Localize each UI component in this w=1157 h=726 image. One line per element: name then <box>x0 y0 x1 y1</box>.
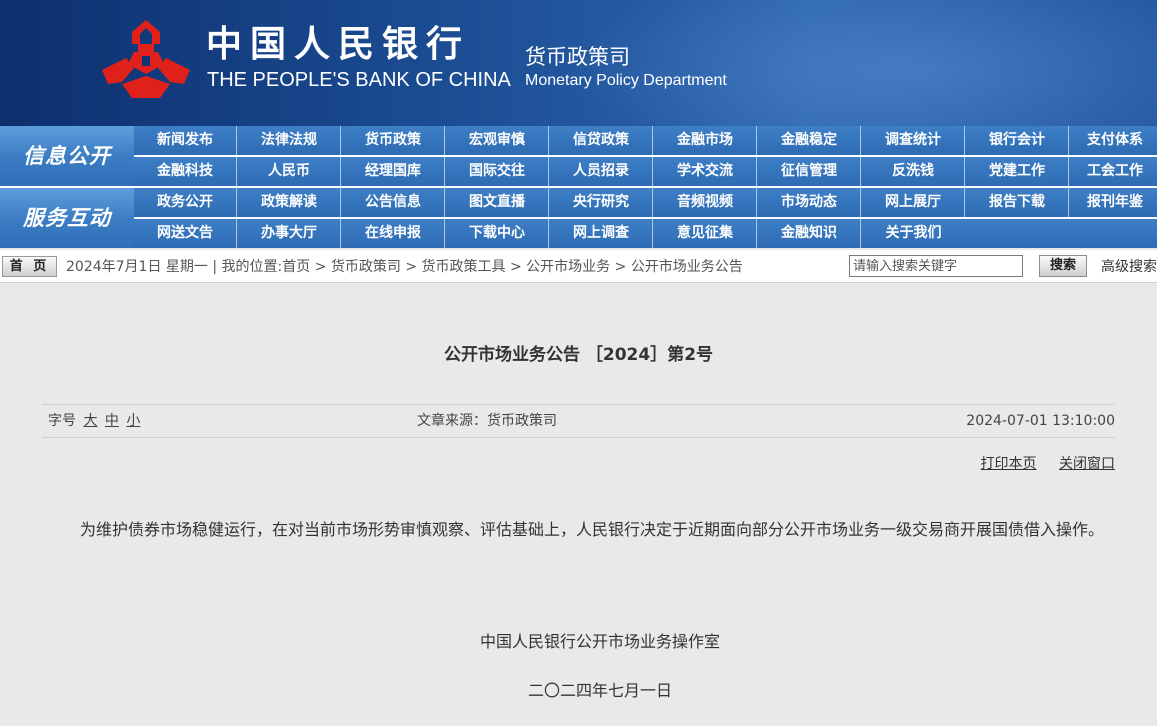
separator: | <box>212 259 222 275</box>
nav-item-online-survey[interactable]: 网上调查 <box>550 219 653 248</box>
breadcrumb-department[interactable]: 货币政策司 <box>331 259 401 275</box>
nav-item-online-documents[interactable]: 网送文告 <box>134 219 237 248</box>
banner-highlight <box>560 0 1157 126</box>
nav-item-union[interactable]: 工会工作 <box>1070 157 1157 186</box>
nav-item-news[interactable]: 新闻发布 <box>134 126 237 155</box>
nav-item-opinion-collection[interactable]: 意见征集 <box>654 219 757 248</box>
article-body: 为维护债券市场稳健运行，在对当前市场形势审慎观察、评估基础上，人民银行决定于近期… <box>80 520 1105 539</box>
home-button[interactable]: 首 页 <box>2 256 57 277</box>
pboc-logo-icon[interactable] <box>100 18 192 100</box>
signature-organization: 中国人民银行公开市场业务操作室 <box>479 632 720 651</box>
nav-item-government-affairs[interactable]: 政务公开 <box>134 188 237 217</box>
nav-group-title: 服务互动 <box>0 188 134 248</box>
main-navigation: 信息公开 新闻发布 法律法规 货币政策 宏观审慎 信贷政策 金融市场 金融稳定 … <box>0 126 1157 248</box>
site-banner: 中国人民银行 THE PEOPLE'S BANK OF CHINA 货币政策司 … <box>0 0 1157 126</box>
breadcrumb-home[interactable]: 首页 <box>282 259 310 275</box>
nav-item-financial-stability[interactable]: 金融稳定 <box>758 126 861 155</box>
current-date: 2024年7月1日 星期一 <box>66 259 208 275</box>
location-toolbar: 首 页 2024年7月1日 星期一 | 我的位置:首页 > 货币政策司 > 货币… <box>0 250 1157 283</box>
nav-row: 政务公开 政策解读 公告信息 图文直播 央行研究 音频视频 市场动态 网上展厅 … <box>134 188 1157 217</box>
nav-group-service-interaction: 服务互动 政务公开 政策解读 公告信息 图文直播 央行研究 音频视频 市场动态 … <box>0 188 1157 248</box>
nav-item-laws[interactable]: 法律法规 <box>238 126 341 155</box>
nav-item-monetary-policy[interactable]: 货币政策 <box>342 126 445 155</box>
breadcrumb-separator: > <box>405 259 422 275</box>
breadcrumb-open-market[interactable]: 公开市场业务 <box>526 259 610 275</box>
nav-item-service-hall[interactable]: 办事大厅 <box>238 219 341 248</box>
nav-item-live-broadcast[interactable]: 图文直播 <box>446 188 549 217</box>
nav-item-fintech[interactable]: 金融科技 <box>134 157 237 186</box>
nav-item-market-news[interactable]: 市场动态 <box>758 188 861 217</box>
article-title: 公开市场业务公告 ［2024］第2号 <box>443 345 714 365</box>
breadcrumb-separator: > <box>314 259 331 275</box>
nav-item-credit-policy[interactable]: 信贷政策 <box>550 126 653 155</box>
nav-item-audio-video[interactable]: 音频视频 <box>654 188 757 217</box>
nav-item-rmb[interactable]: 人民币 <box>238 157 341 186</box>
nav-item-macroprudential[interactable]: 宏观审慎 <box>446 126 549 155</box>
nav-item-announcements[interactable]: 公告信息 <box>342 188 445 217</box>
breadcrumb-separator: > <box>614 259 631 275</box>
search-input[interactable] <box>849 255 1023 277</box>
department-name-en: Monetary Policy Department <box>525 72 727 89</box>
article-actions: 打印本页 关闭窗口 <box>963 455 1115 473</box>
nav-item-anti-money-laundering[interactable]: 反洗钱 <box>862 157 965 186</box>
nav-rows: 政务公开 政策解读 公告信息 图文直播 央行研究 音频视频 市场动态 网上展厅 … <box>134 188 1157 248</box>
nav-item-academic[interactable]: 学术交流 <box>654 157 757 186</box>
location-label: 我的位置: <box>221 259 283 275</box>
nav-row: 金融科技 人民币 经理国库 国际交往 人员招录 学术交流 征信管理 反洗钱 党建… <box>134 157 1157 186</box>
nav-item-yearbook[interactable]: 报刊年鉴 <box>1070 188 1157 217</box>
nav-item-payment-system[interactable]: 支付体系 <box>1070 126 1157 155</box>
nav-item-international[interactable]: 国际交往 <box>446 157 549 186</box>
signature-date: 二〇二四年七月一日 <box>527 681 672 700</box>
nav-item-financial-knowledge[interactable]: 金融知识 <box>758 219 861 248</box>
nav-group-info-disclosure: 信息公开 新闻发布 法律法规 货币政策 宏观审慎 信贷政策 金融市场 金融稳定 … <box>0 126 1157 186</box>
nav-item-about-us[interactable]: 关于我们 <box>862 219 965 248</box>
nav-item-financial-markets[interactable]: 金融市场 <box>654 126 757 155</box>
publish-datetime: 2024-07-01 13:10:00 <box>966 413 1115 429</box>
nav-group-title: 信息公开 <box>0 126 134 186</box>
nav-row: 网送文告 办事大厅 在线申报 下载中心 网上调查 意见征集 金融知识 关于我们 <box>134 219 1157 248</box>
close-window-link[interactable]: 关闭窗口 <box>1059 456 1115 472</box>
nav-item-statistics[interactable]: 调查统计 <box>862 126 965 155</box>
bank-name-cn: 中国人民银行 <box>206 23 471 65</box>
font-size-small-link[interactable]: 小 <box>126 413 140 429</box>
search-button[interactable]: 搜索 <box>1039 255 1087 277</box>
font-size-medium-link[interactable]: 中 <box>105 413 119 429</box>
font-size-control: 字号 大 中 小 <box>48 412 140 430</box>
nav-rows: 新闻发布 法律法规 货币政策 宏观审慎 信贷政策 金融市场 金融稳定 调查统计 … <box>134 126 1157 186</box>
bank-name-en: THE PEOPLE'S BANK OF CHINA <box>207 69 511 91</box>
font-size-label: 字号 <box>48 413 76 429</box>
nav-item-bank-accounting[interactable]: 银行会计 <box>966 126 1069 155</box>
nav-row: 新闻发布 法律法规 货币政策 宏观审慎 信贷政策 金融市场 金融稳定 调查统计 … <box>134 126 1157 155</box>
nav-item-recruitment[interactable]: 人员招录 <box>550 157 653 186</box>
breadcrumb-announcements[interactable]: 公开市场业务公告 <box>631 259 743 275</box>
nav-item-online-filing[interactable]: 在线申报 <box>342 219 445 248</box>
advanced-search-link[interactable]: 高级搜索 <box>1101 257 1157 277</box>
nav-item-party-building[interactable]: 党建工作 <box>966 157 1069 186</box>
article-source: 文章来源：货币政策司 <box>417 413 557 429</box>
breadcrumb-policy-tools[interactable]: 货币政策工具 <box>422 259 506 275</box>
print-page-link[interactable]: 打印本页 <box>981 456 1037 472</box>
font-size-large-link[interactable]: 大 <box>83 413 97 429</box>
breadcrumb-separator: > <box>509 259 527 275</box>
department-name-cn: 货币政策司 <box>525 45 630 69</box>
nav-item-research[interactable]: 央行研究 <box>550 188 653 217</box>
nav-item-credit-reference[interactable]: 征信管理 <box>758 157 861 186</box>
nav-item-policy-interpretation[interactable]: 政策解读 <box>238 188 341 217</box>
nav-item-treasury[interactable]: 经理国库 <box>342 157 445 186</box>
article-meta: 字号 大 中 小 文章来源：货币政策司 2024-07-01 13:10:00 <box>42 404 1115 438</box>
nav-item-report-download[interactable]: 报告下载 <box>966 188 1069 217</box>
breadcrumb: 2024年7月1日 星期一 | 我的位置:首页 > 货币政策司 > 货币政策工具… <box>66 257 743 277</box>
nav-item-online-exhibition[interactable]: 网上展厅 <box>862 188 965 217</box>
nav-item-download-center[interactable]: 下载中心 <box>446 219 549 248</box>
